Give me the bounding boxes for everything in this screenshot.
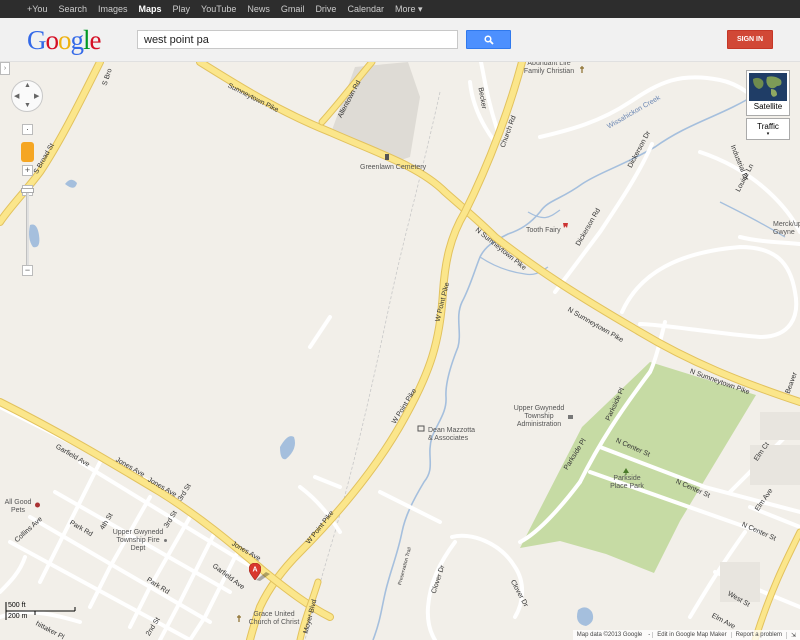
gbar-link-play[interactable]: Play (173, 4, 191, 14)
google-bar: +You Search Images Maps Play YouTube New… (0, 0, 800, 18)
collapse-panel-button[interactable]: › (0, 62, 10, 75)
traffic-chevron-icon: ▾ (766, 131, 770, 137)
satellite-label: Satellite (753, 102, 783, 111)
gbar-link-you[interactable]: +You (27, 4, 47, 14)
map-base (0, 62, 800, 640)
sign-in-button[interactable]: SIGN IN (727, 30, 773, 49)
park-icon (623, 468, 629, 475)
gbar-link-maps[interactable]: Maps (139, 4, 162, 14)
search-button[interactable] (466, 30, 511, 49)
church-icon-1 (580, 66, 584, 73)
gbar-link-calendar[interactable]: Calendar (347, 4, 384, 14)
gbar-link-images[interactable]: Images (98, 4, 128, 14)
google-logo[interactable]: Google (27, 25, 101, 55)
pegman-icon[interactable] (21, 142, 34, 162)
cemetery-icon (385, 154, 389, 160)
search-icon (484, 35, 494, 45)
creek-branch-1 (527, 209, 561, 219)
scale-lines (5, 602, 76, 620)
zoom-in-button[interactable]: + (22, 165, 33, 176)
scale-bar: 500 ft 200 m (5, 602, 77, 622)
gbar-link-drive[interactable]: Drive (315, 4, 336, 14)
header: Google SIGN IN (0, 18, 800, 62)
map-footer: Map data ©2013 Google - Edit in Google M… (572, 630, 800, 640)
pond-3 (280, 436, 295, 460)
traffic-label: Traffic (757, 122, 779, 131)
pond-4 (577, 607, 594, 626)
pan-control[interactable]: ▲ ▼ ◀ ▶ (11, 80, 43, 112)
place-label-greenlawn: Greenlawn Cemetery (360, 164, 427, 171)
place-label-church: Abundant Life Family Christian (523, 62, 575, 75)
office-icon (417, 425, 425, 432)
pan-up-icon[interactable]: ▲ (24, 82, 31, 89)
zoom-slider-track[interactable] (26, 188, 29, 268)
map-data-attribution: Map data ©2013 Google (576, 632, 643, 638)
zoom-slider-thumb[interactable] (21, 188, 34, 193)
traffic-toggle[interactable]: Traffic ▾ (746, 118, 790, 140)
gbar-link-news[interactable]: News (247, 4, 270, 14)
pond-2 (29, 224, 40, 248)
gbar-link-youtube[interactable]: YouTube (201, 4, 236, 14)
park-area (520, 362, 756, 573)
pan-left-icon[interactable]: ◀ (14, 92, 19, 100)
pan-right-icon[interactable]: ▶ (34, 92, 39, 100)
church-icon-2 (237, 615, 241, 622)
satellite-toggle[interactable]: Satellite (746, 70, 790, 116)
marker-shadow (256, 572, 270, 581)
place-label-dean: Dean Mazzotta & Associates (428, 427, 476, 442)
zoom-out-button[interactable]: − (22, 265, 33, 276)
reset-view-icon[interactable]: · (22, 124, 33, 135)
place-label-tooth-fairy: Tooth Fairy (526, 227, 561, 234)
gbar-link-more[interactable]: More ▾ (395, 4, 423, 15)
search-input[interactable] (137, 30, 458, 49)
pond-1 (65, 179, 77, 188)
map-canvas[interactable]: › ▲ ▼ ◀ ▶ · + − − Satellite Traffic ▾ (0, 62, 800, 640)
pet-icon (35, 502, 40, 508)
expand-icon[interactable]: ⇲ (785, 631, 800, 639)
place-label-township: Upper Gwynedd Township Administration (513, 405, 565, 428)
report-problem-link[interactable]: Report a problem (730, 632, 786, 638)
tooth-icon (563, 223, 568, 228)
satellite-thumbnail (749, 73, 787, 101)
place-label-merck: Merck/up Gwyne (773, 221, 800, 236)
gbar-link-gmail[interactable]: Gmail (281, 4, 305, 14)
place-label-all-good: All Good Pets (4, 499, 32, 514)
gbar-link-search[interactable]: Search (58, 4, 87, 14)
place-label-grace: Grace United Church of Christ (248, 611, 300, 626)
place-label-fire-dept: Upper Gwynedd Township Fire Dept (112, 529, 164, 552)
edit-in-map-maker-link[interactable]: Edit in Google Map Maker (652, 632, 730, 638)
pan-down-icon[interactable]: ▼ (24, 102, 31, 109)
globe-icon (749, 73, 787, 101)
place-label-parkside: Parkside Place Park (610, 475, 644, 490)
